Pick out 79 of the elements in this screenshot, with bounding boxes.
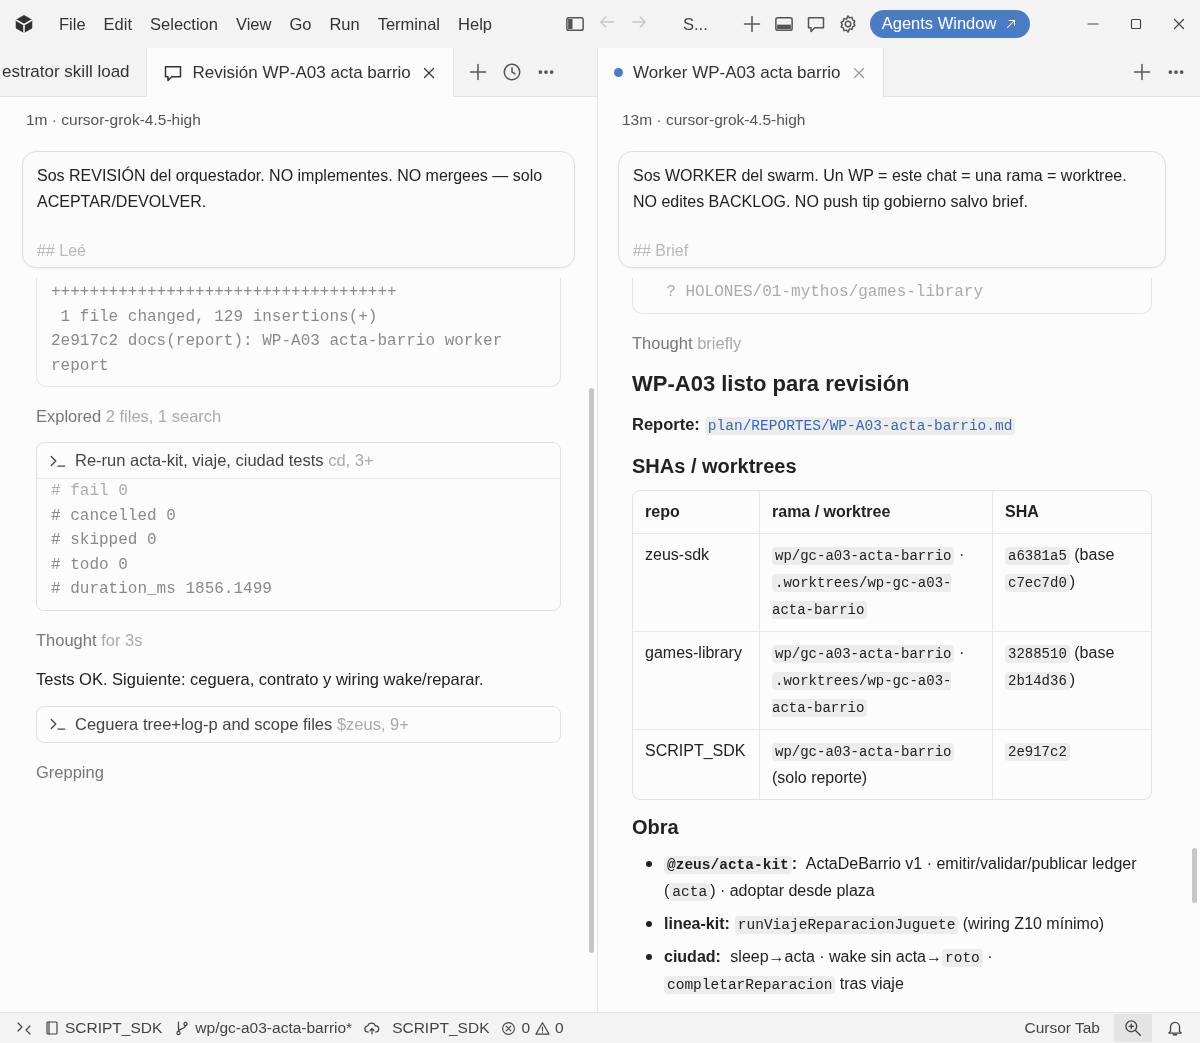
column-header: repo [633, 490, 760, 534]
bullet-icon [646, 953, 652, 960]
table-cell-text: games-library [645, 642, 743, 663]
scrollbar-thumb[interactable] [1192, 848, 1197, 903]
bullet-icon [646, 920, 652, 927]
output-line: # skipped 0 [51, 530, 158, 551]
table-cell-text: wp/gc-a03-acta-barrio · .worktrees/wp-gc-a03-acta-barrio [772, 642, 966, 719]
table-cell: wp/gc-a03-acta-barrio (solo reporte) [772, 737, 980, 791]
heading: Obra [632, 815, 680, 839]
table-cell: a6381a5 (base c7ec7d0 ) [1005, 541, 1139, 596]
zoom-icon[interactable] [1124, 1019, 1142, 1037]
menu-item[interactable]: Run [320, 10, 369, 38]
table-cell-text: wp/gc-a03-acta-barrio · .worktrees/wp-gc-a03-acta-barrio [772, 544, 966, 621]
table-cell-text: SCRIPT_SDK [645, 740, 747, 761]
status-label[interactable]: Cursor Tab [1018, 1019, 1106, 1037]
menu-item[interactable]: Help [449, 10, 501, 38]
menu-item[interactable]: Edit [94, 10, 142, 38]
settings-icon[interactable] [837, 14, 858, 34]
chat-tab[interactable]: estrator skill load [0, 48, 147, 96]
activity-label[interactable]: Grepping [36, 762, 561, 782]
plus-icon[interactable] [741, 14, 762, 34]
table-cell-text: zeus-sdk [645, 544, 711, 565]
remote-icon[interactable] [16, 1020, 32, 1036]
prompt-card[interactable]: Sos WORKER del swarm. Un WP = este chat = una rama = worktree. NO edites BACKLOG. NO push tip gobierno salvo brief. ## Brief [618, 151, 1166, 268]
notifications-icon[interactable] [1166, 1019, 1184, 1037]
status-label[interactable]: SCRIPT_SDK [386, 1019, 496, 1037]
tool-card[interactable]: Re-run acta-kit, viaje, ciudad tests cd, 3+ # fail 0 # cancelled 0 # skipped 0 # todo 0 # duration_ms 1856.1499 [36, 442, 561, 611]
repo-icon [44, 1020, 60, 1036]
plus-icon[interactable] [467, 62, 488, 82]
activity-label[interactable]: Thought briefly [632, 333, 1152, 353]
code-output: ? HOLONES/01-mythos/games-library [632, 278, 1152, 314]
branch-icon [174, 1020, 191, 1036]
output-line: # cancelled 0 [51, 505, 177, 527]
menu-item[interactable]: View [226, 10, 281, 38]
model-info: 1m · cursor-grok-4.5-high [26, 111, 202, 129]
code-output: ++++++++++++++++++++++++++++++++++++ 1 file changed, 129 insertions(+) 2e917c2 docs(report): WP-A03 acta-barrio worker report [36, 278, 561, 387]
output-line: # todo 0 [51, 554, 129, 576]
warning-icon [535, 1020, 551, 1036]
cloud-upload-icon[interactable] [364, 1020, 381, 1036]
column-header: rama / worktree [760, 490, 993, 534]
error-icon [501, 1020, 517, 1036]
workspace-label[interactable]: SCRIPT_SDK [65, 1019, 163, 1037]
chat-tab[interactable]: Revisión WP-A03 acta barrio [146, 48, 454, 97]
panel-toggle-icon[interactable] [773, 14, 794, 34]
plus-icon[interactable] [1132, 62, 1152, 82]
activity-label[interactable]: Explored 2 files, 1 search [36, 407, 561, 426]
chat-icon[interactable] [805, 14, 826, 34]
warning-count[interactable]: 0 [555, 1019, 564, 1037]
message-text: Tests OK. Siguiente: ceguera, contrato y wiring wake/reparar. [36, 668, 485, 690]
column-header: SHA [993, 490, 1151, 534]
logo-icon [14, 14, 34, 34]
table-cell: 2e917c2 [1005, 737, 1139, 765]
agents-window-button[interactable]: Agents Window [869, 10, 1031, 38]
list-item: ciudad: sleep→acta · wake sin acta→ roto · completarReparacion tras viaje [664, 946, 994, 996]
model-info: 13m · cursor-grok-4.5-high [622, 111, 807, 129]
scrollbar-thumb[interactable] [589, 388, 594, 953]
menu-item[interactable]: Terminal [368, 10, 450, 38]
sidebar-toggle-icon[interactable] [565, 14, 585, 34]
activity-label[interactable]: Thought for 3s [36, 630, 561, 650]
tool-title: Re-run acta-kit, viaje, ciudad tests cd, 3+ [75, 451, 374, 470]
tool-title: Ceguera tree+log-p and scope files $zeus, 9+ [75, 714, 409, 734]
heading: SHAs / worktrees [632, 454, 798, 478]
error-count[interactable]: 0 [521, 1019, 531, 1037]
output-line: # fail 0 [51, 481, 129, 502]
output-line: # duration_ms 1856.1499 [51, 579, 273, 600]
list-item: linea-kit: runViajeReparacionJuguete (wiring Z10 mínimo) [664, 913, 1105, 936]
branch-label[interactable]: wp/gc-a03-acta-barrio* [195, 1019, 353, 1037]
history-icon[interactable] [501, 62, 522, 82]
menu-item[interactable]: Selection [141, 10, 227, 38]
command-center[interactable]: S... [661, 14, 730, 34]
tool-card[interactable]: Ceguera tree+log-p and scope files $zeus, 9+ [36, 705, 561, 743]
message-text: Reporte: plan/REPORTES/WP-A03-acta-barrio.md [632, 410, 1152, 439]
chat-tab[interactable]: Worker WP-A03 acta barrio [598, 48, 884, 97]
table-cell: 3288510 (base 2b14d36 ) [1005, 639, 1139, 694]
heading: WP-A03 listo para revisión [632, 370, 911, 397]
menu-item[interactable]: File [50, 10, 95, 38]
menu-item[interactable]: Go [280, 10, 321, 38]
prompt-card[interactable]: Sos REVISIÓN del orquestador. NO implementes. NO mergees — solo ACEPTAR/DEVOLVER. ## Leé [22, 151, 575, 268]
bullet-icon [646, 860, 652, 867]
